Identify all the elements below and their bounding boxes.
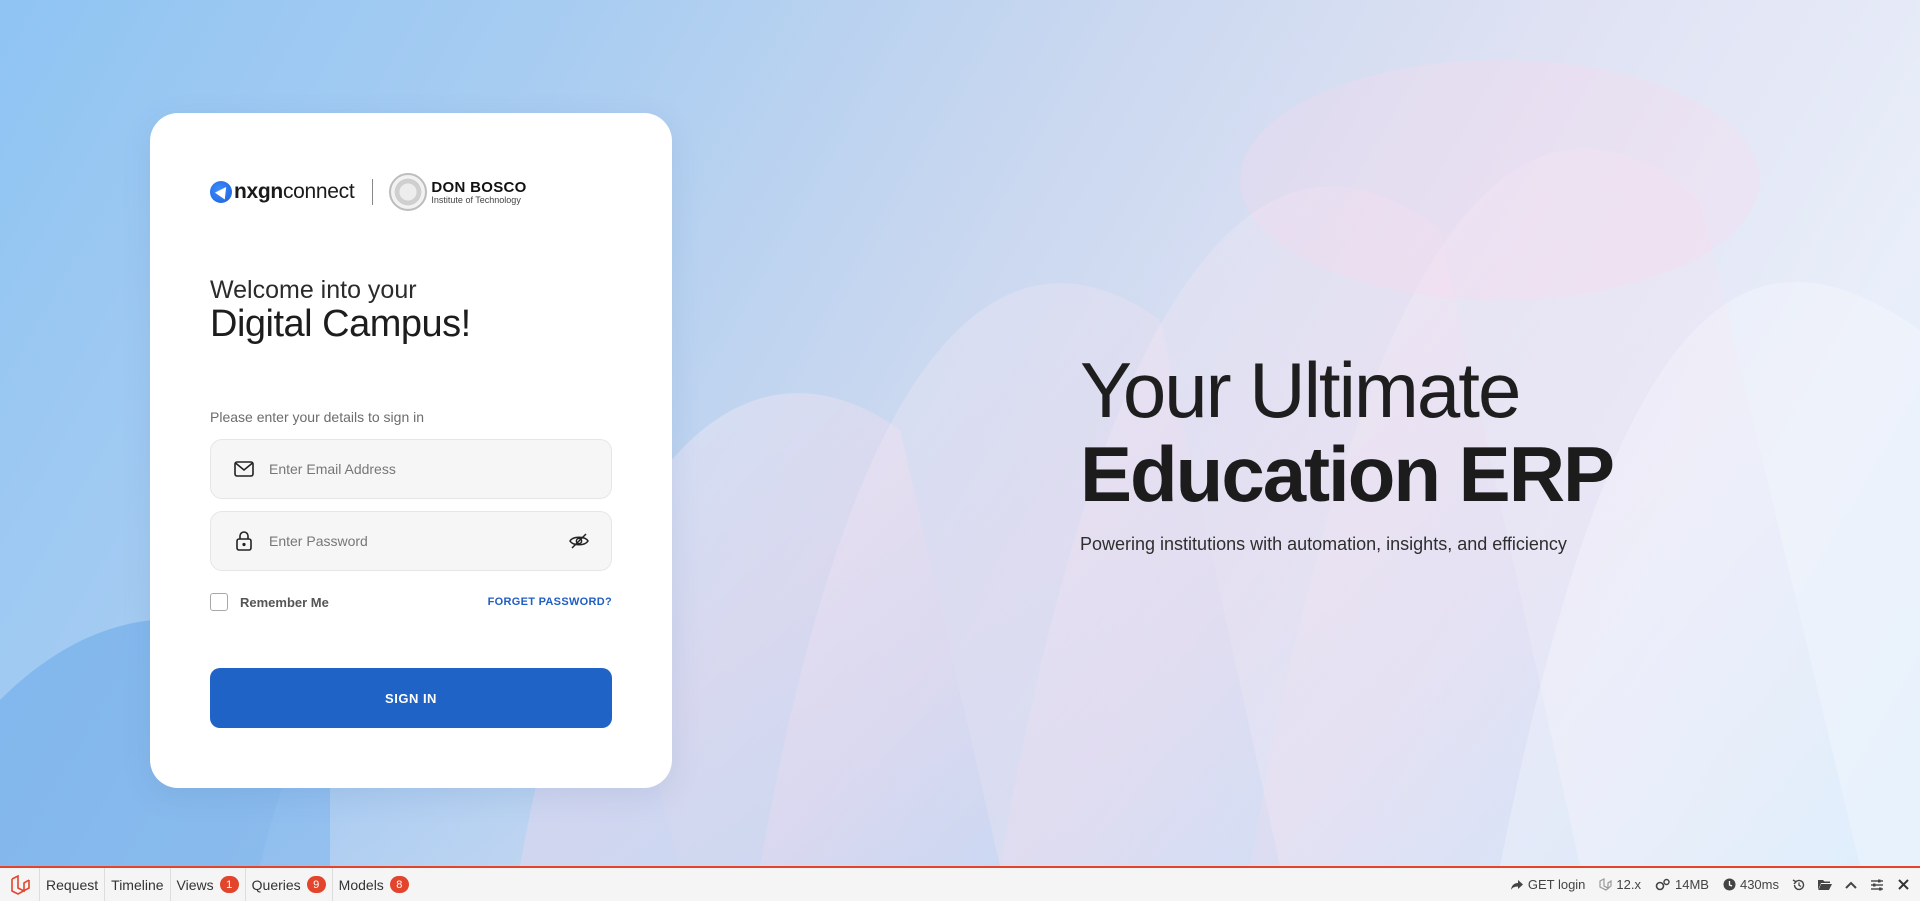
lock-icon: [233, 530, 255, 552]
page-title: Digital Campus!: [210, 303, 471, 345]
hero-section: Your Ultimate Education ERP Powering ins…: [1080, 346, 1615, 555]
nxgn-logo-icon: [210, 181, 232, 203]
route-stat: GET login: [1503, 877, 1593, 892]
forgot-password-link[interactable]: FORGET PASSWORD?: [488, 596, 612, 608]
welcome-text: Welcome into your: [210, 276, 417, 304]
debug-tab-models[interactable]: Models 8: [333, 868, 415, 901]
mail-icon: [233, 458, 255, 480]
logo-divider: [372, 179, 374, 205]
debug-tab-queries[interactable]: Queries 9: [246, 868, 333, 901]
models-count-badge: 8: [389, 876, 409, 893]
debug-stats: GET login 12.x 14MB 430ms: [1503, 868, 1920, 901]
partner-logo: DON BOSCO Institute of Technology: [431, 180, 526, 205]
logo-row: nxgnconnect DON BOSCO Institute of Techn…: [210, 173, 527, 211]
debugbar-logo-icon[interactable]: [0, 868, 40, 901]
queries-count-badge: 9: [306, 876, 326, 893]
sign-in-button[interactable]: SIGN IN: [210, 668, 612, 728]
close-icon[interactable]: [1890, 868, 1916, 901]
debug-bar: Request Timeline Views 1 Queries 9 Models 8…: [0, 866, 1920, 901]
hero-line-1: Your Ultimate: [1080, 346, 1521, 434]
duration-stat: 430ms: [1716, 877, 1786, 892]
partner-subtitle: Institute of Technology: [431, 194, 521, 205]
share-arrow-icon: [1510, 879, 1523, 890]
sign-in-hint: Please enter your details to sign in: [210, 409, 425, 425]
remember-me[interactable]: Remember Me: [210, 593, 329, 611]
version-stat: 12.x: [1592, 877, 1648, 892]
chevron-up-icon[interactable]: [1838, 868, 1864, 901]
settings-sliders-icon[interactable]: [1864, 868, 1890, 901]
debug-tab-request[interactable]: Request: [40, 868, 106, 901]
hero-line-2: Education ERP: [1080, 430, 1615, 518]
remember-me-label: Remember Me: [240, 594, 329, 610]
login-card: nxgnconnect DON BOSCO Institute of Techn…: [150, 113, 672, 788]
remember-me-checkbox[interactable]: [210, 593, 228, 611]
memory-stat: 14MB: [1648, 877, 1716, 892]
email-field[interactable]: [210, 439, 612, 499]
clock-icon: [1723, 878, 1736, 891]
toggle-visibility-icon[interactable]: [567, 529, 591, 553]
debug-tab-views[interactable]: Views 1: [171, 868, 246, 901]
password-input[interactable]: [269, 533, 567, 549]
history-icon[interactable]: [1786, 868, 1812, 901]
laravel-icon: [1599, 878, 1613, 891]
folder-open-icon[interactable]: [1812, 868, 1838, 901]
email-input[interactable]: [269, 461, 611, 477]
gears-icon: [1655, 878, 1670, 891]
hero-subtitle: Powering institutions with automation, i…: [1080, 534, 1567, 554]
nxgn-logo-text: nxgnconnect: [234, 180, 355, 203]
partner-name: DON BOSCO: [431, 178, 527, 196]
password-field[interactable]: [210, 511, 612, 571]
views-count-badge: 1: [219, 876, 239, 893]
debug-tab-timeline[interactable]: Timeline: [105, 868, 171, 901]
don-bosco-seal-icon: [389, 173, 428, 211]
